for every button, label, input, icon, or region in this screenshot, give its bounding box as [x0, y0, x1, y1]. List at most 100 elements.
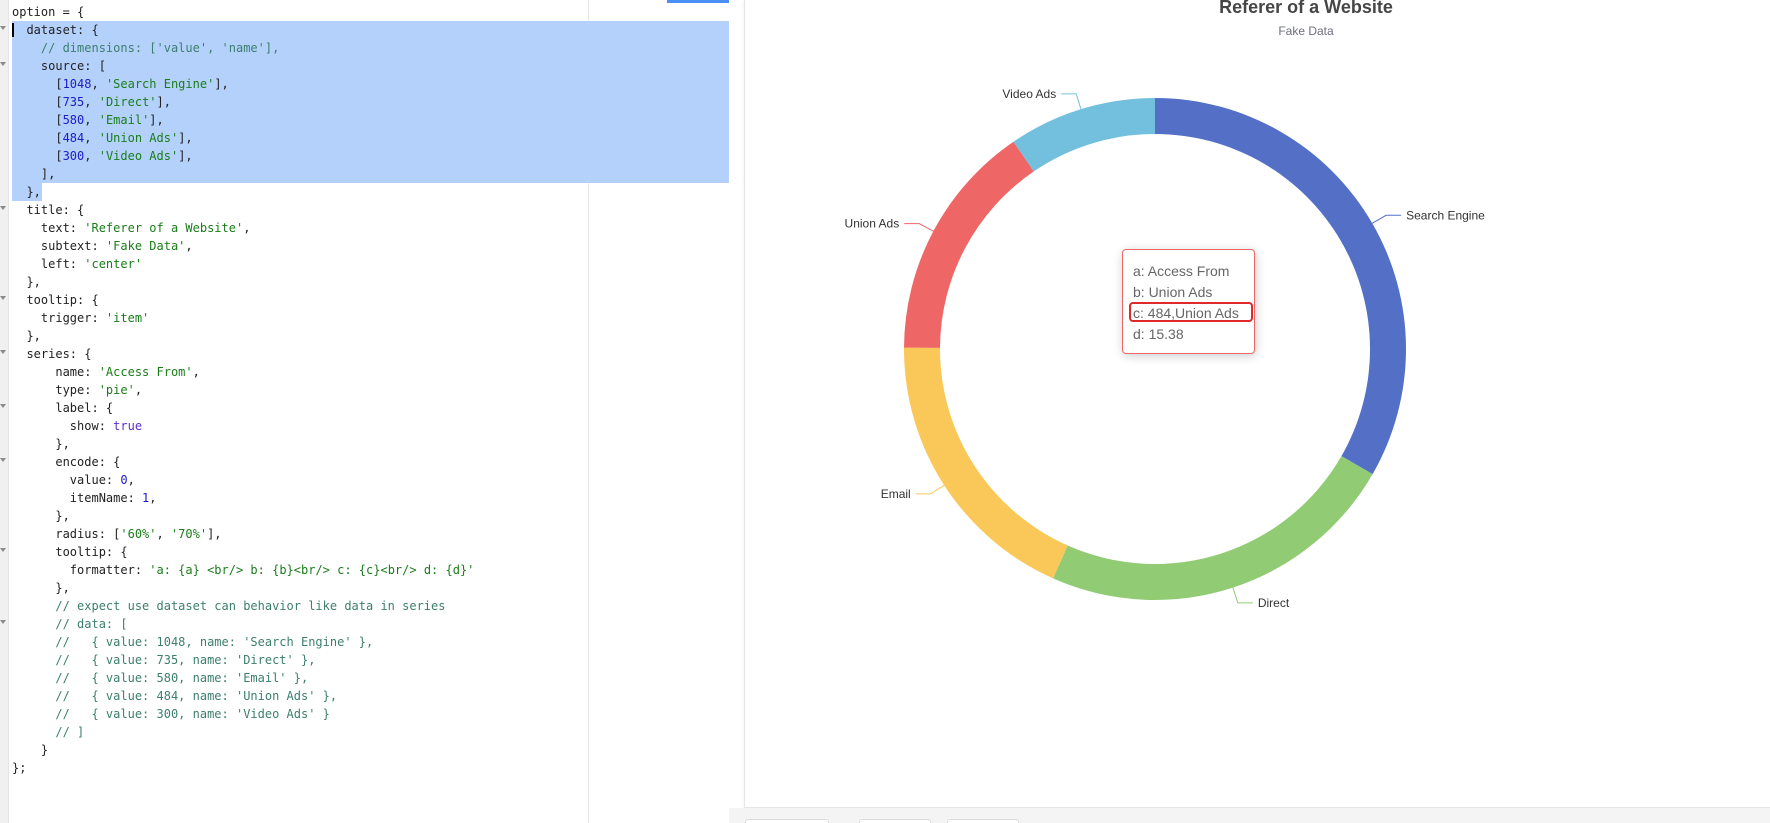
code-text: trigger: 'item': [12, 311, 149, 325]
code-line[interactable]: // { value: 300, name: 'Video Ads' }: [0, 705, 729, 723]
code-line[interactable]: }: [0, 741, 729, 759]
code-line[interactable]: type: 'pie',: [0, 381, 729, 399]
code-text: },: [12, 581, 70, 595]
code-token: itemName:: [12, 491, 143, 505]
code-line[interactable]: dataset: {: [0, 21, 729, 39]
code-token: 'Union Ads': [98, 131, 179, 145]
code-token: 'Access From': [98, 365, 193, 379]
code-token: ,: [84, 113, 99, 127]
code-text: dataset: {: [12, 23, 98, 37]
chart-tooltip: a: Access From b: Union Ads c: 484,Union…: [1122, 249, 1255, 354]
code-token: option = {: [12, 5, 85, 19]
slice-label-line: [1061, 93, 1082, 110]
code-line[interactable]: // dimensions: ['value', 'name'],: [0, 39, 729, 57]
pie-chart[interactable]: Search Engine Direct Email Union Ads Video A…: [745, 0, 1770, 808]
code-line[interactable]: // { value: 484, name: 'Union Ads' },: [0, 687, 729, 705]
code-line[interactable]: [484, 'Union Ads'],: [0, 129, 729, 147]
fold-toggle-icon[interactable]: [0, 548, 6, 552]
code-line[interactable]: show: true: [0, 417, 729, 435]
fold-toggle-icon[interactable]: [0, 404, 6, 408]
code-line[interactable]: label: {: [0, 399, 729, 417]
code-line[interactable]: text: 'Referer of a Website',: [0, 219, 729, 237]
pie-slice[interactable]: [1013, 98, 1155, 172]
code-line[interactable]: series: {: [0, 345, 729, 363]
pie-slice[interactable]: [904, 347, 1068, 579]
code-text: [580, 'Email'],: [12, 113, 163, 127]
code-line[interactable]: // { value: 1048, name: 'Search Engine' …: [0, 633, 729, 651]
bottom-tab[interactable]: [859, 819, 931, 823]
code-token: ],: [178, 149, 193, 163]
bottom-tab[interactable]: [947, 819, 1019, 823]
slice-label: Video Ads: [1002, 87, 1056, 101]
code-text: text: 'Referer of a Website',: [12, 221, 251, 235]
code-line[interactable]: [735, 'Direct'],: [0, 93, 729, 111]
fold-toggle-icon[interactable]: [0, 62, 6, 66]
code-token: [: [12, 95, 63, 109]
code-line[interactable]: radius: ['60%', '70%'],: [0, 525, 729, 543]
code-token: 0: [120, 473, 128, 487]
code-line[interactable]: source: [: [0, 57, 729, 75]
code-token: // { value: 735, name: 'Direct' },: [12, 653, 316, 667]
code-line[interactable]: option = {: [0, 3, 729, 21]
code-token: ],: [207, 527, 222, 541]
code-line[interactable]: subtext: 'Fake Data',: [0, 237, 729, 255]
code-editor[interactable]: option = { dataset: { // dimensions: ['v…: [0, 0, 729, 823]
pie-slice[interactable]: [904, 141, 1034, 348]
code-token: // ]: [12, 725, 85, 739]
code-line[interactable]: },: [0, 273, 729, 291]
code-line[interactable]: formatter: 'a: {a} <br/> b: {b}<br/> c: …: [0, 561, 729, 579]
code-token: },: [12, 581, 70, 595]
code-token: 300: [62, 149, 85, 163]
code-line[interactable]: },: [0, 183, 729, 201]
code-line[interactable]: // expect use dataset can behavior like …: [0, 597, 729, 615]
code-line[interactable]: // { value: 735, name: 'Direct' },: [0, 651, 729, 669]
code-text: },: [12, 329, 40, 343]
code-line[interactable]: [1048, 'Search Engine'],: [0, 75, 729, 93]
code-token: ,: [149, 491, 157, 505]
code-line[interactable]: },: [0, 579, 729, 597]
code-text: },: [12, 437, 69, 451]
code-line[interactable]: trigger: 'item': [0, 309, 729, 327]
code-line[interactable]: [300, 'Video Ads'],: [0, 147, 729, 165]
code-text: itemName: 1,: [12, 491, 157, 505]
chart-panel[interactable]: Search Engine Direct Email Union Ads Video A…: [744, 0, 1770, 808]
code-line[interactable]: // data: [: [0, 615, 729, 633]
code-text: // dimensions: ['value', 'name'],: [12, 41, 279, 55]
code-token: tooltip: {: [12, 293, 99, 307]
code-line[interactable]: [580, 'Email'],: [0, 111, 729, 129]
code-token: 'Search Engine': [105, 77, 215, 91]
code-text: // { value: 735, name: 'Direct' },: [12, 653, 315, 667]
code-line[interactable]: value: 0,: [0, 471, 729, 489]
fold-toggle-icon[interactable]: [0, 620, 6, 624]
chart-title: Referer of a Website: [1219, 0, 1393, 17]
pie-slice[interactable]: [1053, 456, 1373, 601]
code-line[interactable]: title: {: [0, 201, 729, 219]
code-token: ,: [84, 149, 99, 163]
code-line[interactable]: tooltip: {: [0, 543, 729, 561]
code-line[interactable]: },: [0, 507, 729, 525]
code-line[interactable]: left: 'center': [0, 255, 729, 273]
code-line[interactable]: ],: [0, 165, 729, 183]
code-token: 'center': [84, 257, 143, 271]
code-token: [: [12, 77, 63, 91]
code-line[interactable]: name: 'Access From',: [0, 363, 729, 381]
code-line[interactable]: encode: {: [0, 453, 729, 471]
code-line[interactable]: // ]: [0, 723, 729, 741]
code-token: },: [12, 185, 41, 199]
fold-toggle-icon[interactable]: [0, 26, 6, 30]
fold-toggle-icon[interactable]: [0, 350, 6, 354]
code-token: ,: [84, 131, 99, 145]
bottom-tab[interactable]: [745, 819, 829, 823]
code-line[interactable]: tooltip: {: [0, 291, 729, 309]
code-line[interactable]: },: [0, 327, 729, 345]
code-line[interactable]: },: [0, 435, 729, 453]
code-token: ],: [156, 95, 171, 109]
code-line[interactable]: };: [0, 759, 729, 777]
fold-toggle-icon[interactable]: [0, 296, 6, 300]
fold-toggle-icon[interactable]: [0, 206, 6, 210]
code-content[interactable]: option = { dataset: { // dimensions: ['v…: [0, 3, 729, 777]
code-line[interactable]: // { value: 580, name: 'Email' },: [0, 669, 729, 687]
fold-toggle-icon[interactable]: [0, 458, 6, 462]
code-line[interactable]: itemName: 1,: [0, 489, 729, 507]
slice-label: Search Engine: [1406, 208, 1485, 222]
